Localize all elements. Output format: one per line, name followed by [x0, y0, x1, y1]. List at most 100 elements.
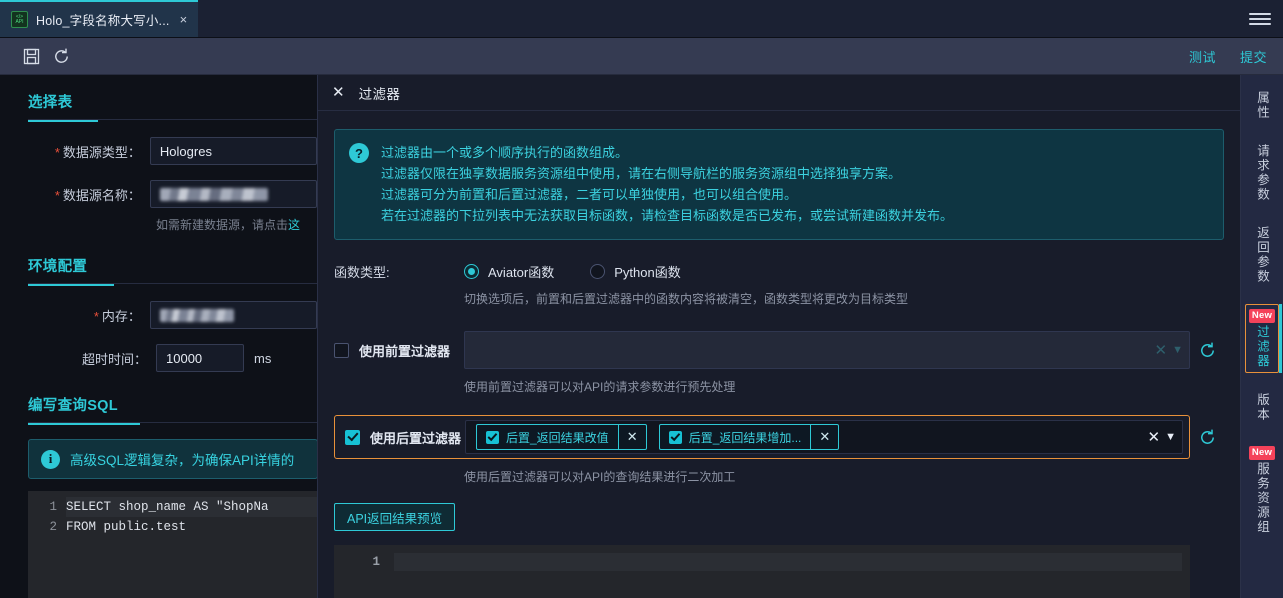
datasource-type-value: Hologres	[159, 143, 212, 159]
section-underline	[28, 119, 98, 122]
api-result-viewer[interactable]: 1	[334, 545, 1190, 598]
pre-filter-label: 使用前置过滤器	[359, 343, 451, 359]
toolbar-actions: 测试 提交	[1189, 47, 1267, 66]
datasource-create-link[interactable]: 这	[288, 218, 300, 232]
filter-tag-main: 后置_返回结果改值	[477, 425, 618, 449]
tab-title: Holo_字段名称大写小...	[36, 14, 170, 28]
post-filter-tags: 后置_返回结果改值 ✕ 后置_返回结果增加... ✕	[476, 424, 1140, 450]
rail-item-filter[interactable]: New 过滤器	[1245, 304, 1282, 373]
notice-text-block: 过滤器由一个或多个顺序执行的函数组成。 过滤器仅限在独享数据服务资源组中使用，请…	[381, 142, 953, 226]
pre-filter-row: 使用前置过滤器 ✕ ▼	[334, 331, 1240, 369]
editor-tab[interactable]: </> API Holo_字段名称大写小... ×	[0, 0, 199, 37]
memory-label: * 内存：	[28, 306, 150, 325]
required-mark: *	[54, 144, 60, 160]
result-lines	[394, 545, 1190, 598]
notice-line: 过滤器可分为前置和后置过滤器，二者可以单独使用，也可以组合使用。	[381, 187, 798, 202]
section-title-write-sql: 编写查询SQL	[28, 398, 118, 414]
rail-item-request-params[interactable]: 请求参数	[1245, 140, 1279, 206]
remove-x-icon[interactable]: ✕	[810, 425, 838, 449]
tab-strip: </> API Holo_字段名称大写小... ×	[0, 0, 1283, 38]
sql-editor[interactable]: 1 2 SELECT shop_name AS "ShopNa FROM pub…	[28, 491, 317, 598]
notice-line: 若在过滤器的下拉列表中无法获取目标函数，请检查目标函数是否已发布，或尝试新建函数…	[381, 208, 954, 223]
filter-tag-checkbox[interactable]	[486, 430, 499, 444]
field-datasource-name: * 数据源名称：	[0, 180, 317, 208]
radio-python-function[interactable]: Python函数	[590, 262, 681, 281]
rail-item-label: 属性	[1255, 91, 1269, 120]
pre-filter-select-actions: ✕ ▼	[1147, 343, 1183, 358]
section-divider	[0, 119, 317, 122]
redacted-value	[159, 187, 268, 201]
left-config-panel: 选择表 * 数据源类型： Hologres * 数据源名称： 如需新建数据源，请点击…	[0, 75, 318, 598]
test-button[interactable]: 测试	[1189, 47, 1216, 66]
pre-filter-checkbox-block[interactable]: 使用前置过滤器	[334, 341, 464, 360]
datasource-name-input[interactable]	[149, 180, 317, 208]
datasource-hint-text: 如需新建数据源，请点击	[156, 218, 289, 232]
filter-panel: ✕ 过滤器 ? 过滤器由一个或多个顺序执行的函数组成。 过滤器仅限在独享数据服务…	[318, 75, 1240, 598]
line-number: 1	[372, 555, 380, 569]
rail-item-response-params[interactable]: 返回参数	[1245, 222, 1279, 288]
pre-filter-checkbox[interactable]	[334, 342, 349, 358]
remove-x-icon[interactable]: ✕	[617, 425, 646, 449]
right-nav-rail: 属性 请求参数 返回参数 New 过滤器 版本 New 服务资源组	[1240, 75, 1283, 598]
function-type-row: 函数类型: Aviator函数 Python函数	[334, 262, 1240, 281]
info-icon: i	[41, 449, 60, 469]
post-filter-checkbox-block[interactable]: 使用后置过滤器	[341, 428, 465, 447]
filter-tag[interactable]: 后置_返回结果增加... ✕	[658, 424, 840, 450]
filter-tag-label: 后置_返回结果增加...	[688, 430, 802, 445]
timeout-label: 超时时间：	[81, 351, 147, 367]
datasource-name-label: * 数据源名称：	[28, 185, 150, 204]
pre-filter-refresh-icon[interactable]	[1190, 341, 1224, 360]
chevron-down-icon[interactable]: ▼	[1165, 431, 1176, 443]
pre-filter-select[interactable]: ✕ ▼	[464, 331, 1190, 369]
new-badge: New	[1248, 446, 1276, 460]
post-filter-highlight-box: 使用后置过滤器 后置_返回结果改值 ✕ 后置_返回结果增加... ✕ ✕ ▼	[334, 415, 1190, 459]
notice-line: 过滤器仅限在独享数据服务资源组中使用，请在右侧导航栏的服务资源组中选择独享方案。	[381, 166, 902, 181]
post-filter-checkbox[interactable]	[345, 429, 360, 445]
hamburger-menu-icon[interactable]	[1249, 10, 1271, 28]
datasource-hint: 如需新建数据源，请点击这	[0, 216, 317, 233]
rail-item-label: 返回参数	[1255, 226, 1269, 284]
post-filter-hint: 使用后置过滤器可以对API的查询结果进行二次加工	[464, 470, 736, 484]
refresh-icon[interactable]	[46, 43, 76, 69]
rail-item-service-resource-group[interactable]: New 服务资源组	[1245, 442, 1279, 538]
app-window: </> API Holo_字段名称大写小... × 测试 提交 选择表 * 数据…	[0, 0, 1283, 598]
radio-aviator-function[interactable]: Aviator函数	[464, 262, 554, 281]
result-line	[394, 553, 1182, 571]
filter-tag[interactable]: 后置_返回结果改值 ✕	[476, 424, 647, 450]
datasource-type-input[interactable]: Hologres	[149, 137, 317, 165]
tab-close-icon[interactable]: ×	[178, 12, 190, 27]
post-filter-refresh-icon[interactable]	[1190, 428, 1224, 447]
code-line: SELECT shop_name AS "ShopNa	[66, 497, 317, 517]
page-title: 过滤器	[358, 86, 401, 102]
filter-panel-header: ✕ 过滤器	[318, 75, 1240, 111]
hamburger-line	[1249, 23, 1271, 25]
new-badge: New	[1248, 309, 1276, 323]
line-number: 2	[49, 520, 57, 534]
close-x-icon[interactable]: ✕	[332, 85, 345, 100]
submit-button[interactable]: 提交	[1240, 47, 1267, 66]
clear-x-icon[interactable]: ✕	[1155, 343, 1168, 358]
required-mark: *	[54, 187, 60, 203]
save-disk-icon[interactable]	[16, 43, 46, 69]
section-divider	[0, 283, 317, 286]
rail-item-version[interactable]: 版本	[1245, 389, 1279, 426]
question-icon: ?	[349, 143, 369, 163]
rail-item-label: 请求参数	[1255, 144, 1269, 202]
hamburger-line	[1249, 13, 1271, 15]
section-title-select-table: 选择表	[28, 95, 73, 111]
radio-label: Python函数	[614, 265, 681, 280]
notice-line: 过滤器由一个或多个顺序执行的函数组成。	[381, 145, 629, 160]
chevron-down-icon[interactable]: ▼	[1172, 344, 1183, 356]
rail-item-label: 版本	[1255, 393, 1269, 422]
rail-item-label: 过滤器	[1255, 324, 1269, 369]
api-result-preview-button[interactable]: API返回结果预览	[334, 503, 456, 531]
clear-x-icon[interactable]: ✕	[1148, 430, 1161, 445]
timeout-input[interactable]: 10000	[156, 344, 244, 372]
post-filter-select[interactable]: 后置_返回结果改值 ✕ 后置_返回结果增加... ✕ ✕ ▼	[465, 420, 1183, 454]
label-text: 数据源名称：	[62, 187, 141, 203]
memory-input[interactable]	[149, 301, 317, 329]
filter-notice-banner: ? 过滤器由一个或多个顺序执行的函数组成。 过滤器仅限在独享数据服务资源组中使用…	[334, 129, 1224, 240]
rail-item-properties[interactable]: 属性	[1245, 87, 1279, 124]
radio-dot-selected	[464, 264, 479, 279]
filter-tag-checkbox[interactable]	[668, 430, 682, 444]
